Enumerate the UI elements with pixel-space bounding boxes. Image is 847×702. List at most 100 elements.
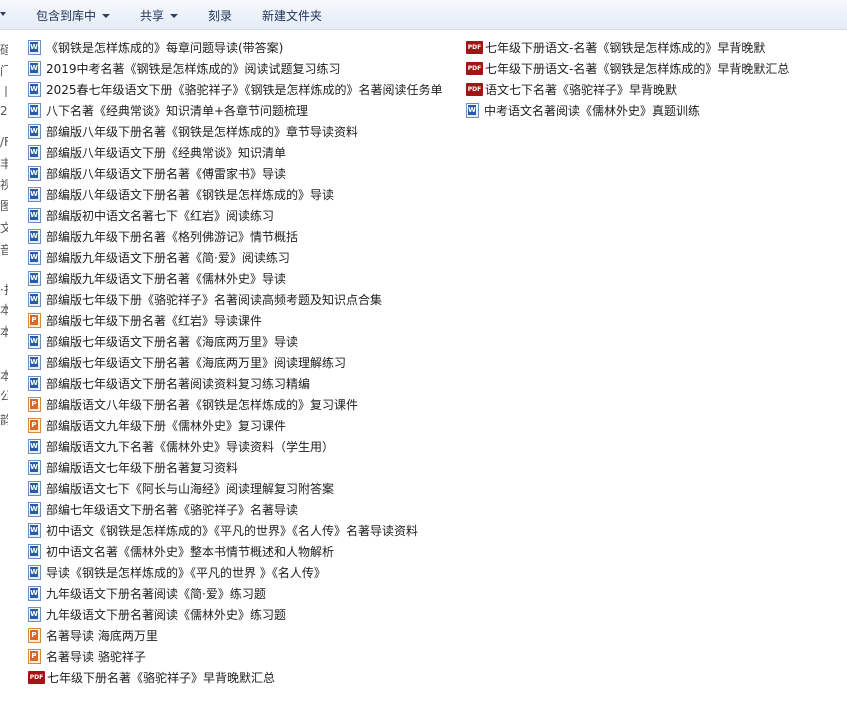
- ppt-icon: [28, 313, 41, 328]
- file-item[interactable]: 七年级下册语文-名著《钢铁是怎样炼成的》早背晚默汇总: [466, 58, 789, 79]
- word-icon: [28, 250, 41, 265]
- file-item[interactable]: 部编版七年级下册名著《红岩》导读课件: [28, 310, 443, 331]
- file-item[interactable]: 部编版语文八年级下册名著《钢铁是怎样炼成的》复习课件: [28, 394, 443, 415]
- chevron-down-icon: [102, 13, 111, 18]
- word-icon: [28, 355, 41, 370]
- file-item[interactable]: 部编版七年级下册《骆驼祥子》名著阅读高频考题及知识点合集: [28, 289, 443, 310]
- file-item[interactable]: 中考语文名著阅读《儒林外史》真题训练: [466, 100, 789, 121]
- file-name: 语文七下名著《骆驼祥子》早背晚默: [485, 83, 678, 97]
- word-icon: [28, 607, 41, 622]
- nav-item-fragment[interactable]: 韵: [0, 411, 8, 428]
- nav-item-fragment[interactable]: 丨: [0, 83, 8, 100]
- nav-item-fragment[interactable]: 丰: [0, 155, 8, 172]
- word-icon: [28, 166, 41, 181]
- nav-item-fragment[interactable]: 图: [0, 197, 8, 214]
- word-icon: [28, 439, 41, 454]
- file-list-column-2: 七年级下册语文-名著《钢铁是怎样炼成的》早背晚默七年级下册语文-名著《钢铁是怎样…: [466, 37, 789, 121]
- pdf-icon: [466, 83, 483, 96]
- file-name: 初中语文《钢铁是怎样炼成的》《平凡的世界》《名人传》名著导读资料: [46, 524, 419, 538]
- file-item[interactable]: 九年级语文下册名著阅读《简·爱》练习题: [28, 583, 443, 604]
- nav-item-fragment[interactable]: 本: [0, 323, 8, 340]
- word-icon: [28, 271, 41, 286]
- file-item[interactable]: 部编版九年级语文下册名著《儒林外史》导读: [28, 268, 443, 289]
- nav-item-fragment[interactable]: 音: [0, 241, 8, 258]
- file-name: 部编版语文七年级下册名著复习资料: [46, 461, 239, 475]
- chevron-down-icon[interactable]: [0, 12, 6, 16]
- file-name: 部编版语文九年级下册《儒林外史》复习课件: [46, 419, 287, 433]
- file-name: 部编版初中语文名著七下《红岩》阅读练习: [46, 209, 275, 223]
- nav-item-fragment[interactable]: 门: [0, 62, 8, 79]
- file-item[interactable]: 部编版初中语文名著七下《红岩》阅读练习: [28, 205, 443, 226]
- file-name: 部编版语文七下《阿长与山海经》阅读理解复习附答案: [46, 482, 335, 496]
- file-item[interactable]: 七年级下册名著《骆驼祥子》早背晚默汇总: [28, 667, 443, 688]
- file-item[interactable]: 2019中考名著《钢铁是怎样炼成的》阅读试题复习练习: [28, 58, 443, 79]
- command-toolbar: 包含到库中 共享 刻录 新建文件夹: [0, 0, 847, 30]
- nav-item-fragment[interactable]: 2: [0, 104, 8, 118]
- nav-item-fragment[interactable]: /F: [0, 135, 8, 149]
- file-name: 部编版七年级语文下册名著阅读资料复习练习精编: [46, 377, 311, 391]
- file-item[interactable]: 《钢铁是怎样炼成的》每章问题导读(带答案): [28, 37, 443, 58]
- file-name: 2025春七年级语文下册《骆驼祥子》《钢铁是怎样炼成的》名著阅读任务单: [46, 83, 443, 97]
- word-icon: [28, 40, 41, 55]
- file-item[interactable]: 部编版九年级语文下册名著《简·爱》阅读练习: [28, 247, 443, 268]
- nav-item-fragment[interactable]: 本: [0, 367, 8, 384]
- file-name: 部编七年级语文下册名著《骆驼祥子》名著导读: [46, 503, 299, 517]
- ppt-icon: [28, 628, 41, 643]
- share-button[interactable]: 共享: [140, 7, 179, 24]
- nav-item-fragment[interactable]: 视: [0, 176, 8, 193]
- file-item[interactable]: 部编版八年级下册名著《钢铁是怎样炼成的》章节导读资料: [28, 121, 443, 142]
- navigation-pane[interactable]: 碹门丨2/F丰视图文音·打本本本公韵: [0, 31, 18, 702]
- share-label: 共享: [140, 9, 165, 23]
- file-item[interactable]: 部编版七年级语文下册名著《海底两万里》阅读理解练习: [28, 352, 443, 373]
- file-name: 部编版七年级语文下册名著《海底两万里》阅读理解练习: [46, 356, 347, 370]
- include-in-library-button[interactable]: 包含到库中: [36, 7, 111, 24]
- ppt-icon: [28, 418, 41, 433]
- pdf-icon: [28, 671, 45, 684]
- word-icon: [28, 481, 41, 496]
- file-item[interactable]: 部编版七年级语文下册名著阅读资料复习练习精编: [28, 373, 443, 394]
- file-name: 部编版八年级语文下册《经典常谈》知识清单: [46, 146, 287, 160]
- file-name: 导读《钢铁是怎样炼成的》《平凡的世界 》《名人传》: [46, 566, 326, 580]
- file-item[interactable]: 2025春七年级语文下册《骆驼祥子》《钢铁是怎样炼成的》名著阅读任务单: [28, 79, 443, 100]
- nav-item-fragment[interactable]: 文: [0, 219, 8, 236]
- file-item[interactable]: 初中语文名著《儒林外史》整本书情节概述和人物解析: [28, 541, 443, 562]
- nav-item-fragment[interactable]: 公: [0, 387, 8, 404]
- file-item[interactable]: 八下名著《经典常谈》知识清单+各章节问题梳理: [28, 100, 443, 121]
- nav-item-fragment[interactable]: 碹: [0, 41, 8, 58]
- file-item[interactable]: 初中语文《钢铁是怎样炼成的》《平凡的世界》《名人传》名著导读资料: [28, 520, 443, 541]
- word-icon: [28, 565, 41, 580]
- file-name: 七年级下册名著《骆驼祥子》早背晚默汇总: [47, 671, 276, 685]
- file-name: 部编版八年级语文下册名著《傅雷家书》导读: [46, 167, 287, 181]
- file-item[interactable]: 部编版七年级语文下册名著《海底两万里》导读: [28, 331, 443, 352]
- file-list-column-1: 《钢铁是怎样炼成的》每章问题导读(带答案) 2019中考名著《钢铁是怎样炼成的》阅…: [28, 37, 443, 688]
- new-folder-button[interactable]: 新建文件夹: [262, 7, 322, 24]
- burn-button[interactable]: 刻录: [208, 7, 232, 24]
- file-item[interactable]: 名著导读 海底两万里: [28, 625, 443, 646]
- file-item[interactable]: 语文七下名著《骆驼祥子》早背晚默: [466, 79, 789, 100]
- word-icon: [28, 103, 41, 118]
- file-name: 中考语文名著阅读《儒林外史》真题训练: [484, 104, 701, 118]
- ppt-icon: [28, 649, 41, 664]
- file-item[interactable]: 部编版语文九年级下册《儒林外史》复习课件: [28, 415, 443, 436]
- file-item[interactable]: 部编版语文七下《阿长与山海经》阅读理解复习附答案: [28, 478, 443, 499]
- file-item[interactable]: 部编版八年级语文下册名著《傅雷家书》导读: [28, 163, 443, 184]
- file-item[interactable]: 部编版八年级语文下册名著《钢铁是怎样炼成的》导读: [28, 184, 443, 205]
- nav-item-fragment[interactable]: 本: [0, 301, 8, 318]
- file-name: 九年级语文下册名著阅读《儒林外史》练习题: [46, 608, 287, 622]
- file-item[interactable]: 部编版语文七年级下册名著复习资料: [28, 457, 443, 478]
- file-item[interactable]: 导读《钢铁是怎样炼成的》《平凡的世界 》《名人传》: [28, 562, 443, 583]
- file-item[interactable]: 七年级下册语文-名著《钢铁是怎样炼成的》早背晚默: [466, 37, 789, 58]
- word-icon: [28, 145, 41, 160]
- file-item[interactable]: 部编版语文九下名著《儒林外史》导读资料（学生用）: [28, 436, 443, 457]
- file-item[interactable]: 部编版八年级语文下册《经典常谈》知识清单: [28, 142, 443, 163]
- pdf-icon: [466, 62, 483, 75]
- nav-item-fragment[interactable]: ·打: [0, 281, 8, 298]
- file-item[interactable]: 名著导读 骆驼祥子: [28, 646, 443, 667]
- word-icon: [28, 460, 41, 475]
- word-icon: [28, 208, 41, 223]
- file-name: 名著导读 骆驼祥子: [46, 650, 146, 664]
- file-item[interactable]: 部编版九年级下册名著《格列佛游记》情节概括: [28, 226, 443, 247]
- word-icon: [28, 523, 41, 538]
- file-item[interactable]: 部编七年级语文下册名著《骆驼祥子》名著导读: [28, 499, 443, 520]
- file-item[interactable]: 九年级语文下册名著阅读《儒林外史》练习题: [28, 604, 443, 625]
